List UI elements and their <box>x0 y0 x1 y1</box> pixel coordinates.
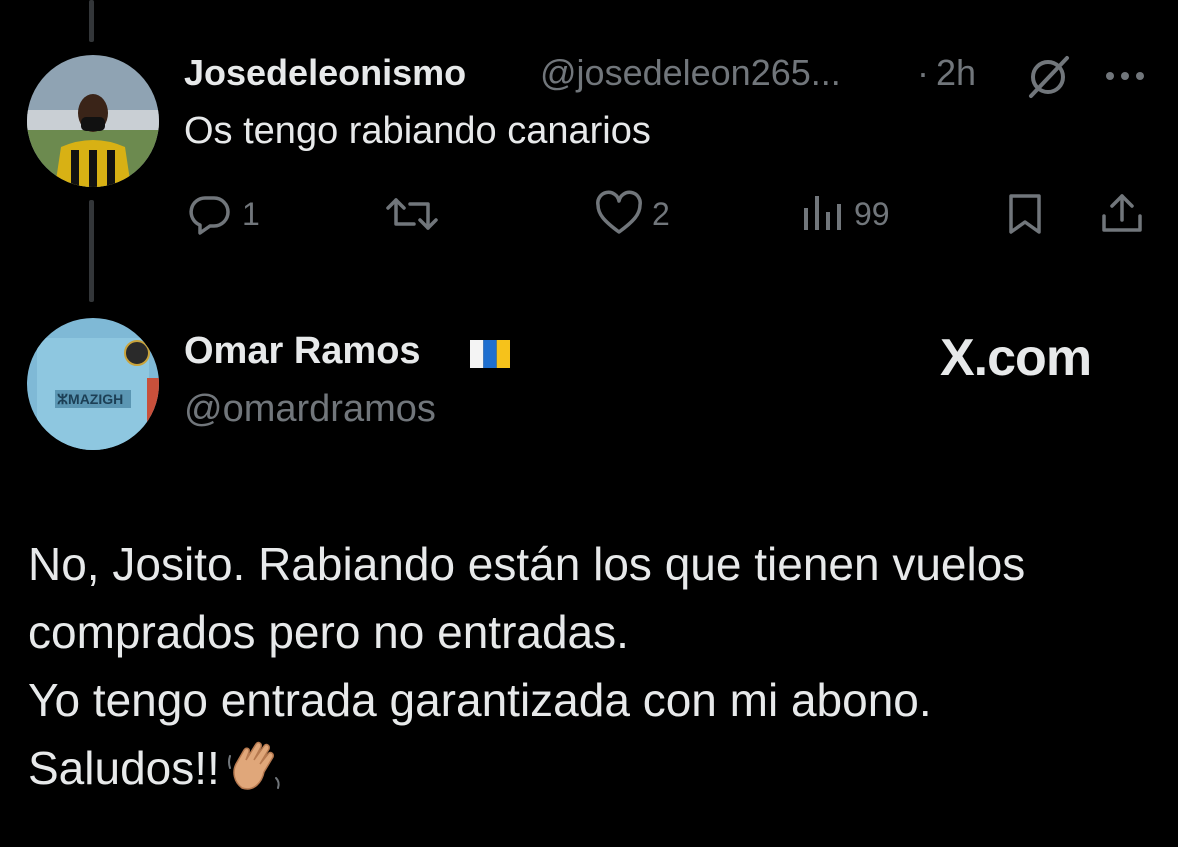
tweet1-text: Os tengo rabiando canarios <box>184 110 651 152</box>
tweet2-body-line-2: comprados pero no entradas. <box>28 606 629 658</box>
retweet-icon <box>386 198 438 230</box>
xcom-watermark-text: X.com <box>940 329 1092 387</box>
tweet2-body-line-1: No, Josito. Rabiando están los que tiene… <box>28 538 1026 590</box>
waving-hand-emoji <box>227 741 280 790</box>
bookmark-button[interactable] <box>1003 190 1047 238</box>
share-button[interactable] <box>1098 190 1146 238</box>
tweet2-display-name[interactable]: Omar Ramos <box>184 330 421 373</box>
svg-text:ⵣMAZIGH: ⵣMAZIGH <box>57 391 123 407</box>
tweet2-body: No, Josito. Rabiando están los que tiene… <box>28 530 1158 802</box>
reply-count: 1 <box>242 195 260 232</box>
tweet1-timestamp[interactable]: 2h <box>936 52 976 94</box>
grok-icon[interactable] <box>1025 54 1071 100</box>
share-icon <box>1102 194 1142 232</box>
tweet2-body-line-4-text: Saludos!! <box>28 742 220 794</box>
like-count: 2 <box>652 195 670 232</box>
thread-line-top <box>89 0 94 42</box>
avatar-omardramos[interactable]: ⵣMAZIGH <box>27 318 159 450</box>
thread-line-bottom <box>89 200 94 302</box>
views-button[interactable]: 99 <box>800 190 890 238</box>
tweet1-display-name[interactable]: Josedeleonismo <box>184 52 466 94</box>
avatar-josedeleonismo[interactable] <box>27 55 159 187</box>
reply-button[interactable]: 1 <box>186 190 260 238</box>
canary-flag-icon <box>470 340 510 368</box>
like-icon <box>596 190 642 234</box>
view-count: 99 <box>854 195 890 232</box>
more-icon[interactable] <box>1100 56 1150 96</box>
like-button[interactable]: 2 <box>594 190 670 238</box>
xcom-watermark: X.com <box>940 329 1092 387</box>
tweet1-handle[interactable]: @josedeleon265... <box>540 52 841 94</box>
views-icon <box>804 196 841 230</box>
tweet2-body-line-3: Yo tengo entrada garantizada con mi abon… <box>28 674 932 726</box>
tweet2-handle[interactable]: @omardramos <box>184 388 436 431</box>
tweet1-separator: · <box>917 52 929 93</box>
retweet-button[interactable] <box>384 190 448 238</box>
reply-icon <box>189 196 230 235</box>
bookmark-icon <box>1009 194 1041 234</box>
tweet2-body-line-4: Saludos!! <box>28 734 1158 802</box>
